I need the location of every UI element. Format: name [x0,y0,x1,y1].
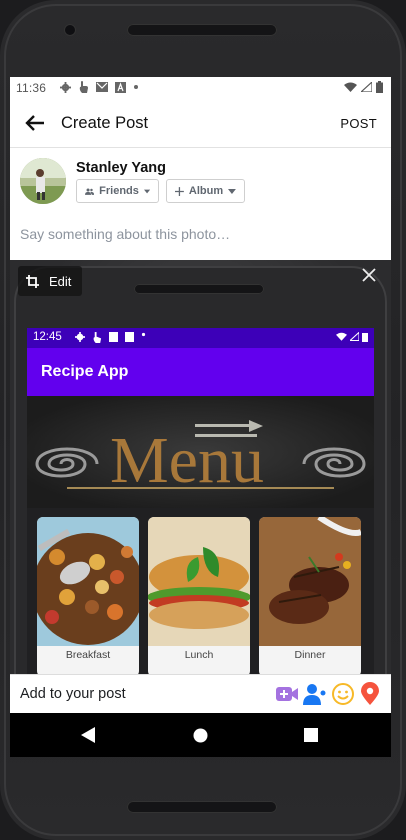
battery-icon [376,81,383,93]
lunch-image [148,517,250,646]
photo-status-bar: 12:45 [27,328,374,348]
caret-down-icon [228,188,236,194]
back-arrow-icon[interactable] [24,112,46,134]
avatar[interactable] [20,158,66,204]
post-button[interactable]: POST [340,116,377,131]
a-icon [109,332,118,342]
video-camera-icon[interactable] [275,683,299,705]
swirl-right-icon [302,447,366,478]
crop-icon [26,274,39,288]
plus-icon [175,186,184,196]
menu-banner-text: Menu [110,424,264,497]
photo-app-screen: 12:45 Recipe App Menu Breakfast Lunch Di… [27,328,374,674]
audience-label: Friends [99,185,139,197]
album-label: Album [188,185,224,197]
phone-frame: 11:36 Create Post POST Stanley Yang Frie… [0,0,406,840]
back-triangle-icon[interactable] [81,727,95,743]
audience-selector[interactable]: Friends [76,179,159,203]
caret-down-icon [143,189,150,193]
wifi-icon [344,82,357,92]
dot-icon [141,332,146,337]
touch-icon [79,81,88,93]
tag-people-icon[interactable] [303,682,327,706]
menu-banner: Menu [27,396,374,508]
gear-icon [75,332,85,342]
feeling-smiley-icon[interactable] [331,682,355,706]
touch-icon [93,332,102,343]
status-time: 11:36 [16,81,47,95]
add-to-post-bar[interactable]: Add to your post [10,674,391,714]
a-icon [115,81,126,93]
edit-label: Edit [49,273,72,289]
photo-app-bar: Recipe App [27,348,374,396]
gear-icon [60,81,71,93]
wifi-icon [336,332,347,341]
photo-attachment: Edit 12:45 Recipe App Menu Breakfast Lun… [10,260,391,674]
gmail-icon [96,82,108,92]
swirl-left-icon [35,447,99,478]
close-icon[interactable] [361,267,377,283]
edit-photo-button[interactable]: Edit [18,266,82,296]
composer-header: Stanley Yang Friends Album Say something… [10,148,391,258]
app-bar: Create Post POST [10,99,391,148]
photo-app-title: Recipe App [41,363,129,380]
sim-icon [125,332,134,342]
food-card-label: Lunch [184,649,214,661]
bottom-speaker [127,801,277,813]
system-nav-bar [10,713,391,757]
signal-icon [361,82,372,92]
screen: 11:36 Create Post POST Stanley Yang Frie… [10,77,391,757]
signal-icon [350,332,359,341]
food-card-breakfast[interactable]: Breakfast [37,517,139,674]
caption-input[interactable]: Say something about this photo… [20,226,230,242]
add-to-post-label: Add to your post [20,686,126,702]
photo-status-time: 12:45 [33,331,62,343]
food-card-label: Breakfast [65,649,111,661]
home-circle-icon[interactable] [193,728,208,743]
location-pin-icon[interactable] [359,682,381,706]
food-card-dinner[interactable]: Dinner [259,517,361,674]
user-name: Stanley Yang [76,160,166,176]
friends-icon [85,187,95,195]
dot-icon [134,85,138,89]
album-selector[interactable]: Album [166,179,245,203]
status-bar: 11:36 [10,77,391,99]
breakfast-image [37,517,139,646]
food-card-lunch[interactable]: Lunch [148,517,250,674]
front-camera [64,24,76,36]
page-title: Create Post [61,114,149,132]
food-card-label: Dinner [294,649,326,661]
battery-icon [362,333,368,342]
recents-square-icon[interactable] [304,728,318,742]
dinner-image [259,517,361,646]
photo-phone-speaker [134,284,264,294]
top-speaker [127,24,277,36]
